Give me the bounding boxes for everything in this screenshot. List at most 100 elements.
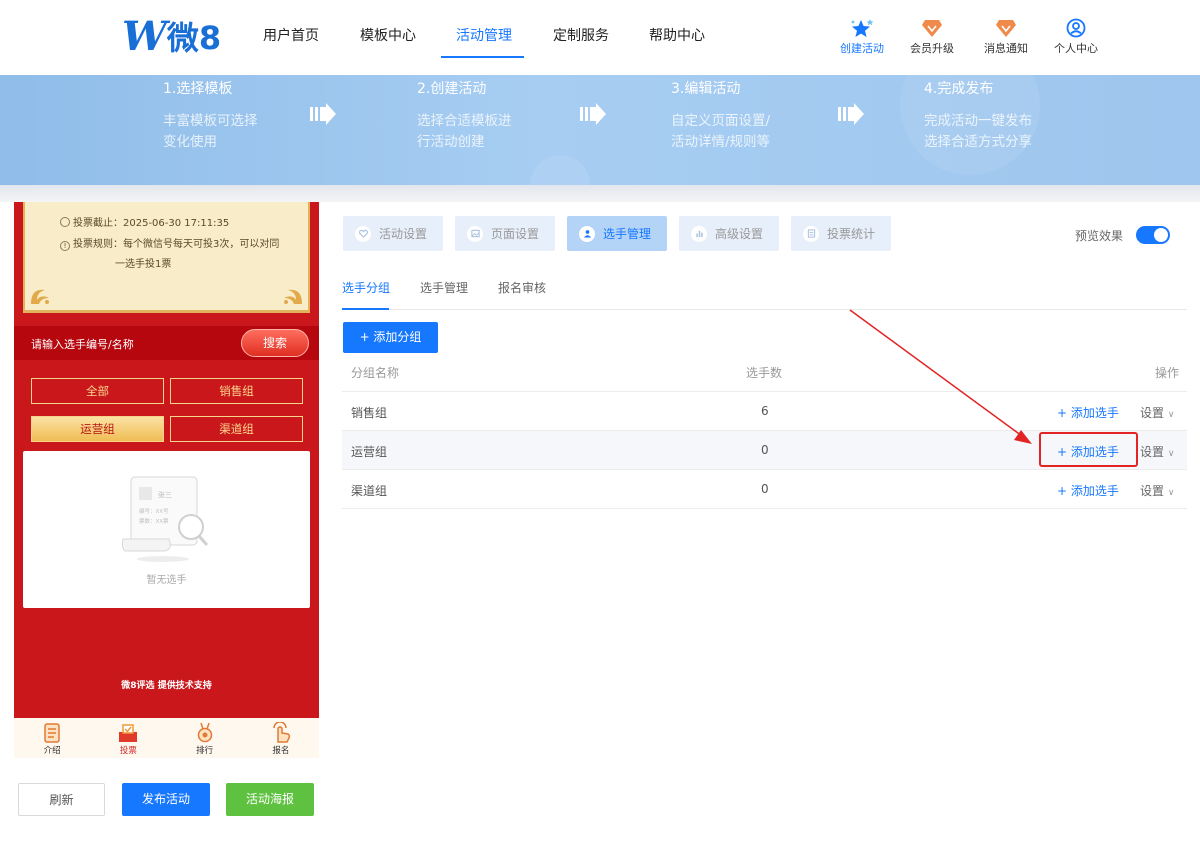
vote-rule: ! 投票规则：每个微信号每天可投3次，可以对同 bbox=[60, 235, 279, 251]
subtab-signup-review[interactable]: 报名审核 bbox=[498, 279, 546, 296]
step-3: 3.编辑活动 自定义页面设置/活动详情/规则等 bbox=[671, 75, 770, 153]
step-4-title: 4.完成发布 bbox=[924, 81, 994, 97]
chart-icon bbox=[691, 225, 707, 242]
corner-ornament-icon bbox=[284, 289, 302, 304]
tab-page-settings[interactable]: 页面设置 bbox=[455, 216, 555, 251]
candidate-count-cell: 6 bbox=[761, 404, 769, 418]
phone-search-button[interactable]: 搜索 bbox=[241, 329, 309, 357]
nav-active-underline bbox=[441, 56, 524, 58]
subtab-candidate-management[interactable]: 选手管理 bbox=[420, 279, 468, 296]
nav-custom-service[interactable]: 定制服务 bbox=[553, 25, 609, 45]
group-filter-sales[interactable]: 销售组 bbox=[170, 378, 303, 404]
phone-tab-vote[interactable]: 投票 bbox=[90, 718, 166, 758]
add-group-button[interactable]: + 添加分组 bbox=[343, 322, 438, 353]
col-header-group-name: 分组名称 bbox=[351, 366, 400, 380]
corner-ornament-icon bbox=[31, 289, 49, 304]
group-filter-channel[interactable]: 渠道组 bbox=[170, 416, 303, 442]
annotation-highlight-box bbox=[1039, 432, 1138, 467]
person-icon bbox=[579, 225, 595, 242]
nav-template-center[interactable]: 模板中心 bbox=[360, 25, 416, 45]
personal-center-button[interactable]: 个人中心 bbox=[1046, 18, 1106, 56]
nav-user-home[interactable]: 用户首页 bbox=[263, 25, 319, 45]
empty-candidates-text: 暂无选手 bbox=[146, 575, 187, 586]
group-name-cell: 运营组 bbox=[351, 445, 388, 459]
intro-doc-icon bbox=[14, 722, 90, 744]
logo-text: 微8 bbox=[166, 19, 222, 57]
chevron-down-icon: ∨ bbox=[1167, 449, 1175, 459]
preview-effect-toggle[interactable] bbox=[1136, 226, 1170, 244]
personal-center-label: 个人中心 bbox=[1054, 42, 1098, 55]
empty-candidates-card: 张三 编号：XX号 票数：XX票 暂无选手 bbox=[23, 451, 310, 608]
svg-text:编号：XX号: 编号：XX号 bbox=[139, 507, 169, 515]
subtab-candidate-groups[interactable]: 选手分组 bbox=[342, 279, 390, 296]
step-2: 2.创建活动 选择合适模板进 行活动创建 bbox=[417, 75, 512, 153]
tab-activity-settings[interactable]: 活动设置 bbox=[343, 216, 443, 251]
vip-upgrade-button[interactable]: 会员升级 bbox=[902, 18, 962, 56]
image-icon bbox=[467, 225, 483, 242]
rules-scroll-card: 投票截止：2025-06-30 17:11:35 ! 投票规则：每个微信号每天可投… bbox=[23, 202, 310, 313]
activity-poster-button[interactable]: 活动海报 bbox=[226, 783, 314, 816]
vote-rule-cont: 一选手投1票 bbox=[115, 259, 172, 270]
empty-scroll-icon: 张三 编号：XX号 票数：XX票 bbox=[121, 476, 209, 562]
candidate-count-cell: 0 bbox=[761, 443, 769, 457]
message-diamond-icon bbox=[976, 18, 1036, 38]
settings-dropdown[interactable]: 设置 ∨ bbox=[1140, 443, 1174, 460]
nav-help-center[interactable]: 帮助中心 bbox=[649, 25, 705, 45]
svg-text:张三: 张三 bbox=[158, 490, 172, 499]
table-row: 销售组 6 + 添加选手 设置 ∨ bbox=[342, 392, 1187, 431]
brand-logo[interactable]: W 微8 bbox=[122, 12, 222, 60]
user-circle-icon bbox=[1046, 18, 1106, 38]
subtab-active-underline bbox=[342, 308, 389, 310]
powered-by-text: 微8评选 提供技术支持 bbox=[121, 681, 212, 691]
col-header-actions: 操作 bbox=[1155, 366, 1180, 380]
chevron-down-icon: ∨ bbox=[1167, 410, 1175, 420]
settings-dropdown[interactable]: 设置 ∨ bbox=[1140, 404, 1174, 421]
steps-banner: 1.选择模板 丰富模板可选择 变化使用 2.创建活动 选择合适模板进 行活动创建 3… bbox=[0, 75, 1200, 185]
group-name-cell: 销售组 bbox=[351, 406, 388, 420]
step-arrow-icon bbox=[838, 103, 864, 129]
publish-activity-button[interactable]: 发布活动 bbox=[122, 783, 210, 816]
list-icon bbox=[803, 225, 819, 242]
heart-icon bbox=[355, 225, 371, 242]
add-candidate-link[interactable]: + 添加选手 bbox=[1057, 404, 1119, 421]
step-1-desc: 丰富模板可选择 变化使用 bbox=[163, 113, 258, 150]
col-header-candidate-count: 选手数 bbox=[746, 366, 783, 380]
step-3-desc: 自定义页面设置/活动详情/规则等 bbox=[671, 113, 771, 150]
subtab-divider bbox=[342, 309, 1187, 310]
create-activity-button[interactable]: 创建活动 bbox=[832, 18, 892, 56]
phone-tab-signup[interactable]: 报名 bbox=[243, 718, 319, 758]
hand-click-icon bbox=[243, 722, 319, 744]
banner-decor-circle bbox=[530, 155, 590, 185]
settings-dropdown[interactable]: 设置 ∨ bbox=[1140, 482, 1174, 499]
group-filter-operations[interactable]: 运营组 bbox=[31, 416, 164, 442]
vip-diamond-icon bbox=[902, 18, 962, 38]
message-notify-button[interactable]: 消息通知 bbox=[976, 18, 1036, 56]
step-arrow-icon bbox=[580, 103, 606, 129]
add-candidate-link[interactable]: + 添加选手 bbox=[1057, 482, 1119, 499]
phone-preview: 投票截止：2025-06-30 17:11:35 ! 投票规则：每个微信号每天可投… bbox=[14, 202, 319, 758]
clock-icon bbox=[60, 217, 70, 227]
tab-advanced-settings[interactable]: 高级设置 bbox=[679, 216, 779, 251]
tab-candidate-management[interactable]: 选手管理 bbox=[567, 216, 667, 251]
chevron-down-icon: ∨ bbox=[1167, 488, 1175, 498]
step-3-title: 3.编辑活动 bbox=[671, 81, 741, 97]
message-notify-label: 消息通知 bbox=[984, 42, 1028, 55]
banner-separator bbox=[0, 185, 1200, 202]
phone-tab-intro[interactable]: 介绍 bbox=[14, 718, 90, 758]
star-create-icon bbox=[832, 18, 892, 38]
step-4-desc: 完成活动一键发布 选择合适方式分享 bbox=[924, 113, 1032, 150]
step-2-desc: 选择合适模板进 行活动创建 bbox=[417, 113, 512, 150]
logo-w-mark: W bbox=[122, 12, 167, 60]
step-1-title: 1.选择模板 bbox=[163, 81, 233, 97]
nav-activity-management[interactable]: 活动管理 bbox=[456, 25, 512, 45]
phone-tab-rank[interactable]: 排行 bbox=[167, 718, 243, 758]
group-filter-all[interactable]: 全部 bbox=[31, 378, 164, 404]
phone-search-input[interactable]: 请输入选手编号/名称 bbox=[31, 336, 134, 352]
vip-upgrade-label: 会员升级 bbox=[910, 42, 954, 55]
tab-vote-statistics[interactable]: 投票统计 bbox=[791, 216, 891, 251]
medal-icon bbox=[167, 722, 243, 744]
create-activity-label: 创建活动 bbox=[840, 42, 884, 55]
refresh-button[interactable]: 刷新 bbox=[18, 783, 105, 816]
step-4: 4.完成发布 完成活动一键发布 选择合适方式分享 bbox=[924, 75, 1032, 153]
phone-search-bar: 请输入选手编号/名称 搜索 bbox=[14, 326, 319, 360]
